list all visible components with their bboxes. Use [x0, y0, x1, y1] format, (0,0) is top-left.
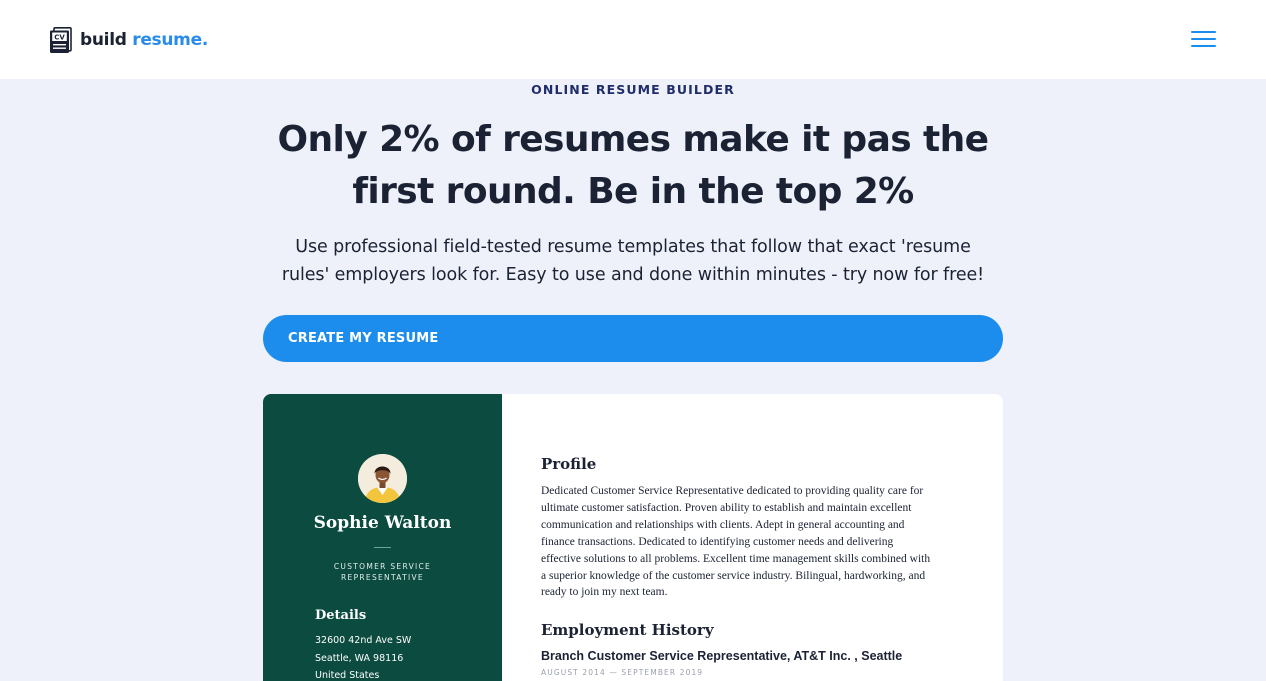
profile-line: a superior knowledge of the customer ser…: [541, 569, 926, 582]
resume-sidebar: Sophie Walton CUSTOMER SERVICE REPRESENT…: [263, 394, 502, 681]
profile-line: ultimate customer satisfaction. Proven a…: [541, 501, 912, 514]
details-city: Seattle, WA 98116: [315, 652, 404, 664]
logo-word-build: build: [80, 30, 127, 50]
profile-heading: Profile: [541, 455, 597, 473]
menu-bar: [1191, 45, 1216, 47]
logo-text: build resume.: [80, 30, 208, 50]
profile-line: effective solutions to all problems. Exc…: [541, 552, 931, 565]
hero-eyebrow: ONLINE RESUME BUILDER: [531, 82, 735, 97]
profile-line: communication and relationships with cli…: [541, 518, 905, 531]
hamburger-menu-icon[interactable]: [1190, 28, 1218, 50]
resume-preview: Sophie Walton CUSTOMER SERVICE REPRESENT…: [263, 394, 1003, 681]
subtext-line-2: rules' employers look for. Easy to use a…: [281, 265, 985, 285]
hero-subtext: Use professional field-tested resume tem…: [253, 233, 1013, 289]
avatar: [358, 454, 407, 503]
role-line-1: CUSTOMER SERVICE: [333, 562, 432, 571]
name-divider: [374, 547, 391, 548]
profile-line: Dedicated Customer Service Representativ…: [541, 485, 924, 497]
site-header: CV build resume.: [0, 0, 1266, 79]
logo-word-resume: resume.: [132, 30, 208, 50]
hero-headline: Only 2% of resumes make it pas the first…: [233, 114, 1033, 218]
details-list: 32600 42nd Ave SW Seattle, WA 98116 Unit…: [315, 632, 411, 681]
avatar-portrait-icon: [358, 454, 407, 503]
profile-line: finance transactions. Dedicated to ident…: [541, 535, 894, 548]
role-line-2: REPRESENTATIVE: [341, 573, 424, 582]
resume-name: Sophie Walton: [313, 513, 452, 533]
details-heading: Details: [315, 608, 367, 623]
headline-line-1: Only 2% of resumes make it pas the: [277, 119, 990, 160]
create-resume-button[interactable]: CREATE MY RESUME: [263, 315, 1003, 362]
details-country: United States: [315, 670, 380, 681]
menu-bar: [1191, 38, 1216, 40]
headline-line-2: first round. Be in the top 2%: [352, 171, 914, 212]
logo-icon-text: CV: [54, 33, 65, 41]
employment-heading: Employment History: [541, 621, 714, 639]
menu-bar: [1191, 31, 1216, 33]
profile-text: Dedicated Customer Service Representativ…: [541, 483, 959, 601]
resume-role: CUSTOMER SERVICE REPRESENTATIVE: [327, 561, 438, 583]
logo-link[interactable]: CV build resume.: [49, 26, 208, 54]
cv-document-icon: CV: [50, 26, 72, 53]
job-dates: AUGUST 2014 — SEPTEMBER 2019: [541, 668, 704, 677]
profile-line: ready to join my next team.: [541, 586, 668, 599]
details-address: 32600 42nd Ave SW: [315, 635, 412, 646]
job-title: Branch Customer Service Representative, …: [541, 649, 903, 663]
subtext-line-1: Use professional field-tested resume tem…: [295, 237, 971, 257]
